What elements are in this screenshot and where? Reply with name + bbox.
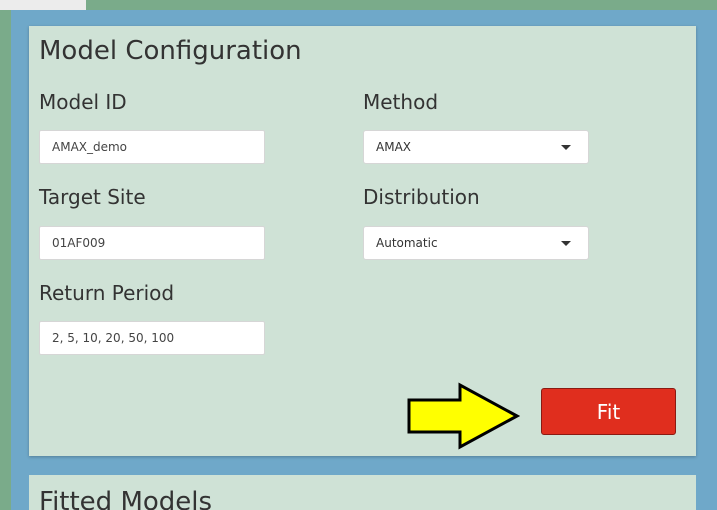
method-selected-value: AMAX [376,140,411,154]
distribution-label: Distribution [363,185,480,209]
return-period-input[interactable] [39,321,265,355]
distribution-selected-value: Automatic [376,236,438,250]
caret-down-icon [561,145,571,150]
target-site-label: Target Site [39,185,146,209]
fitted-models-panel: Fitted Models [29,475,696,510]
model-id-input[interactable] [39,130,265,164]
model-id-label: Model ID [39,90,127,114]
caret-down-icon [561,241,571,246]
distribution-select[interactable]: Automatic [363,226,589,260]
fit-button[interactable]: Fit [541,388,676,435]
left-border [0,10,11,510]
panel-title: Model Configuration [39,36,302,66]
fitted-models-title: Fitted Models [39,487,213,510]
method-label: Method [363,90,439,114]
top-tab-edge [0,0,86,10]
return-period-label: Return Period [39,281,175,305]
model-configuration-panel: Model Configuration Model ID Method AMAX… [29,26,696,456]
target-site-input[interactable] [39,226,265,260]
arrow-right-icon [407,382,520,450]
top-strip [86,0,717,10]
method-select[interactable]: AMAX [363,130,589,164]
